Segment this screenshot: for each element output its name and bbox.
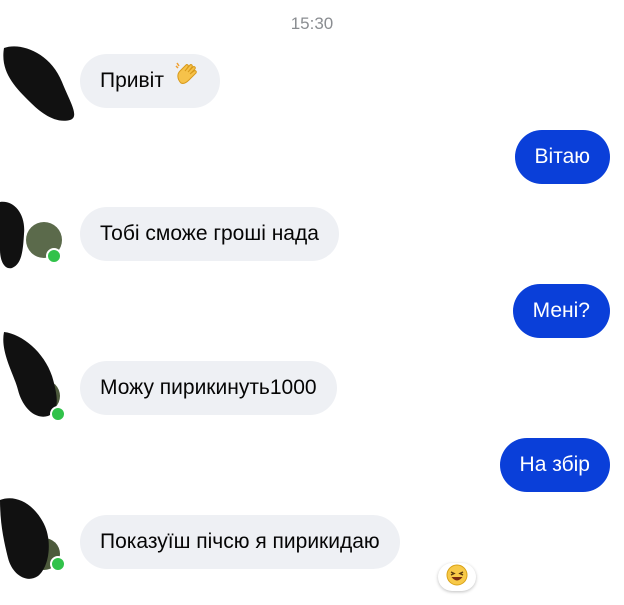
message-reaction[interactable]	[438, 563, 476, 591]
online-status-dot	[50, 556, 66, 572]
message-bubble-outgoing[interactable]: Вітаю	[514, 130, 610, 184]
message-text: Вітаю	[534, 145, 590, 168]
message-text: Мені?	[532, 299, 590, 322]
message-bubble-incoming[interactable]: Показуїш пічсю я пирикидаю	[80, 515, 400, 569]
message-bubble-outgoing[interactable]: Мені?	[512, 284, 610, 338]
message-text: Показуїш пічсю я пирикидаю	[100, 530, 380, 553]
avatar[interactable]	[0, 200, 62, 269]
avatar[interactable]	[0, 494, 66, 579]
avatar[interactable]	[0, 330, 66, 422]
laughing-emoji-icon	[446, 564, 468, 591]
waving-hand-icon	[174, 54, 200, 108]
message-text: Привіт	[100, 69, 164, 92]
message-bubble-outgoing[interactable]: На збір	[499, 438, 610, 492]
message-text: Можу пирикинуть1000	[100, 376, 317, 399]
chat-thread: 15:30 Привіт Вітаю Тобі сможе гроші нада…	[0, 0, 624, 605]
message-timestamp: 15:30	[290, 14, 334, 33]
message-bubble-incoming[interactable]: Привіт	[80, 54, 220, 108]
message-text: Тобі сможе гроші нада	[100, 222, 319, 245]
online-status-dot	[50, 406, 66, 422]
message-bubble-incoming[interactable]: Можу пирикинуть1000	[80, 361, 337, 415]
online-status-dot	[46, 248, 62, 264]
message-text: На збір	[519, 453, 590, 476]
message-bubble-incoming[interactable]: Тобі сможе гроші нада	[80, 207, 339, 261]
avatar[interactable]	[0, 42, 75, 121]
